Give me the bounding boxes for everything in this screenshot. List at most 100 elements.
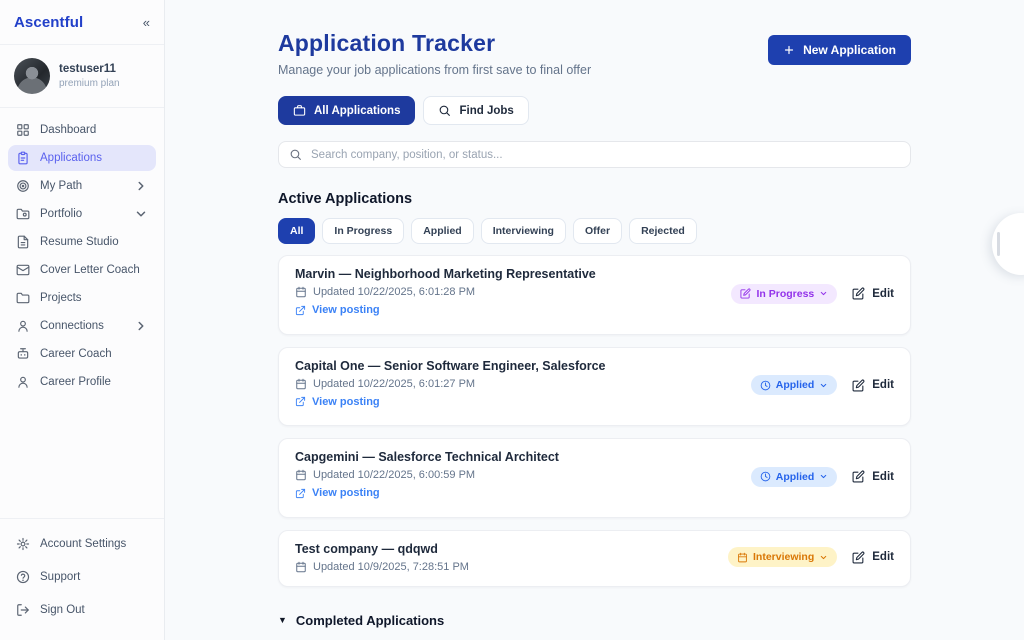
calendar-icon xyxy=(295,469,307,481)
sidebar-item-applications[interactable]: Applications xyxy=(8,145,156,171)
filter-pill-rejected[interactable]: Rejected xyxy=(629,218,697,244)
application-updated: Updated 10/22/2025, 6:00:59 PM xyxy=(295,469,559,481)
edit-button[interactable]: Edit xyxy=(852,287,894,300)
user-profile[interactable]: testuser11 premium plan xyxy=(0,45,164,108)
application-card: Capital One — Senior Software Engineer, … xyxy=(278,347,911,427)
chevron-down-icon xyxy=(819,381,828,390)
calendar-icon xyxy=(737,552,748,563)
chevron-down-icon xyxy=(819,553,828,562)
sidebar-item-cover-letter-coach[interactable]: Cover Letter Coach xyxy=(8,257,156,283)
plus-icon xyxy=(783,44,795,56)
filter-pill-applied[interactable]: Applied xyxy=(411,218,474,244)
sidebar-footer: Account Settings Support Sign Out xyxy=(0,518,164,640)
calendar-icon xyxy=(295,286,307,298)
sidebar-item-connections[interactable]: Connections xyxy=(8,313,156,339)
view-posting-link[interactable]: View posting xyxy=(295,487,380,499)
edit-icon xyxy=(852,379,865,392)
sidebar-footer-item-sign-out[interactable]: Sign Out xyxy=(8,595,156,625)
status-badge[interactable]: Interviewing xyxy=(728,547,837,567)
filter-pill-offer[interactable]: Offer xyxy=(573,218,622,244)
filter-pill-all[interactable]: All xyxy=(278,218,315,244)
application-updated: Updated 10/9/2025, 7:28:51 PM xyxy=(295,561,469,573)
career-profile-icon xyxy=(16,375,30,389)
chevron-down-icon xyxy=(819,472,828,481)
page-title: Application Tracker xyxy=(278,30,591,57)
application-card: Marvin — Neighborhood Marketing Represen… xyxy=(278,255,911,335)
collapse-triangle-icon: ▼ xyxy=(278,615,287,625)
application-updated: Updated 10/22/2025, 6:01:27 PM xyxy=(295,378,606,390)
active-applications-heading: Active Applications xyxy=(278,191,911,207)
application-title: Capital One — Senior Software Engineer, … xyxy=(295,359,606,373)
search-icon xyxy=(438,104,451,117)
avatar xyxy=(14,58,50,94)
edit-icon xyxy=(852,470,865,483)
edit-button[interactable]: Edit xyxy=(852,470,894,483)
sidebar-item-my-path[interactable]: My Path xyxy=(8,173,156,199)
sidebar-footer-item-support[interactable]: Support xyxy=(8,562,156,592)
main-content: Application Tracker Manage your job appl… xyxy=(165,0,1024,640)
edit-button[interactable]: Edit xyxy=(852,379,894,392)
page-subtitle: Manage your job applications from first … xyxy=(278,63,591,77)
calendar-icon xyxy=(295,561,307,573)
view-posting-link[interactable]: View posting xyxy=(295,304,380,316)
dashboard-icon xyxy=(16,123,30,137)
external-link-icon xyxy=(295,488,306,499)
completed-applications-toggle[interactable]: ▼ Completed Applications xyxy=(278,613,911,628)
sidebar-footer-item-account-settings[interactable]: Account Settings xyxy=(8,529,156,559)
support-icon xyxy=(16,570,30,584)
briefcase-icon xyxy=(293,104,306,117)
tab-all-applications[interactable]: All Applications xyxy=(278,96,415,125)
career-coach-icon xyxy=(16,347,30,361)
search-icon xyxy=(289,148,302,161)
sidebar-item-resume-studio[interactable]: Resume Studio xyxy=(8,229,156,255)
clock-icon xyxy=(760,380,771,391)
resume-studio-icon xyxy=(16,235,30,249)
edit-icon xyxy=(852,551,865,564)
tab-find-jobs[interactable]: Find Jobs xyxy=(423,96,528,125)
application-title: Marvin — Neighborhood Marketing Represen… xyxy=(295,267,596,281)
user-name: testuser11 xyxy=(59,62,120,77)
applications-icon xyxy=(16,151,30,165)
application-title: Test company — qdqwd xyxy=(295,542,469,556)
application-card: Test company — qdqwd Updated 10/9/2025, … xyxy=(278,530,911,587)
filter-pill-interviewing[interactable]: Interviewing xyxy=(481,218,566,244)
chevron-right-icon xyxy=(134,319,148,333)
search-input[interactable] xyxy=(311,149,900,161)
chevron-right-icon xyxy=(134,179,148,193)
chevron-down-icon xyxy=(134,207,148,221)
app-logo: Ascentful xyxy=(14,14,83,31)
chevron-down-icon xyxy=(819,289,828,298)
my-path-icon xyxy=(16,179,30,193)
edit-icon xyxy=(852,287,865,300)
new-application-button[interactable]: New Application xyxy=(768,35,911,65)
sidebar-item-dashboard[interactable]: Dashboard xyxy=(8,117,156,143)
sidebar-item-projects[interactable]: Projects xyxy=(8,285,156,311)
sidebar-header: Ascentful « xyxy=(0,0,164,45)
view-posting-link[interactable]: View posting xyxy=(295,396,380,408)
completed-applications-heading: Completed Applications xyxy=(296,613,444,628)
external-link-icon xyxy=(295,396,306,407)
status-badge[interactable]: Applied xyxy=(751,467,838,487)
application-card: Capgemini — Salesforce Technical Archite… xyxy=(278,438,911,518)
sidebar: Ascentful « testuser11 premium plan Dash… xyxy=(0,0,165,640)
settings-icon xyxy=(16,537,30,551)
calendar-icon xyxy=(295,378,307,390)
status-filters: All In Progress Applied Interviewing Offer Re… xyxy=(278,218,911,244)
cover-letter-icon xyxy=(16,263,30,277)
projects-icon xyxy=(16,291,30,305)
search-box xyxy=(278,141,911,168)
sidebar-item-career-coach[interactable]: Career Coach xyxy=(8,341,156,367)
filter-pill-in-progress[interactable]: In Progress xyxy=(322,218,404,244)
user-plan: premium plan xyxy=(59,77,120,90)
sidebar-collapse-icon[interactable]: « xyxy=(143,16,150,29)
application-title: Capgemini — Salesforce Technical Archite… xyxy=(295,450,559,464)
external-link-icon xyxy=(295,305,306,316)
sidebar-item-portfolio[interactable]: Portfolio xyxy=(8,201,156,227)
sidebar-item-career-profile[interactable]: Career Profile xyxy=(8,369,156,395)
clock-icon xyxy=(760,471,771,482)
application-updated: Updated 10/22/2025, 6:01:28 PM xyxy=(295,286,596,298)
portfolio-icon xyxy=(16,207,30,221)
edit-button[interactable]: Edit xyxy=(852,551,894,564)
status-badge[interactable]: In Progress xyxy=(731,284,837,304)
status-badge[interactable]: Applied xyxy=(751,375,838,395)
